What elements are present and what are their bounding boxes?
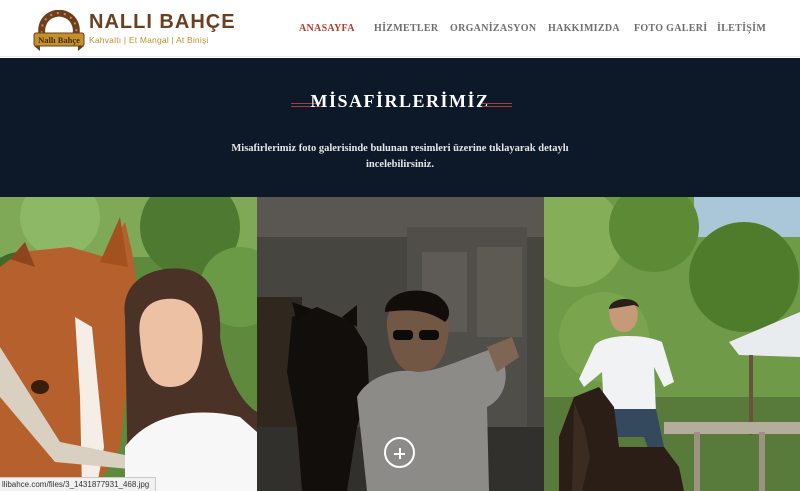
brand-name: NALLI BAHÇE <box>89 11 236 33</box>
section-description: Misafirlerimiz foto galerisinde bulunan … <box>231 143 569 170</box>
gallery-photo-2[interactable] <box>257 197 544 491</box>
browser-status-url: llibahce.com/files/3_1431877931_468.jpg <box>0 477 157 491</box>
guests-section-header: MİSAFİRLERİMİZ Misafirlerimiz foto galer… <box>0 58 800 197</box>
nav-item-hizmetler[interactable]: HİZMETLER <box>374 23 438 34</box>
gallery-photo-1[interactable] <box>0 197 257 491</box>
gallery-photo-3[interactable] <box>544 197 800 491</box>
guest-photo-gallery <box>0 197 800 491</box>
title-decoration-right <box>482 103 512 107</box>
plus-circle-icon[interactable] <box>384 437 415 468</box>
nav-item-iletisim[interactable]: İLETİŞİM <box>717 23 766 34</box>
nav-item-foto-galeri[interactable]: FOTO GALERİ <box>634 23 707 34</box>
nav-item-hakkimizda[interactable]: HAKKIMIZDA <box>548 23 620 34</box>
logo-badge-text: Nallı Bahçe <box>38 35 80 45</box>
section-title: MİSAFİRLERİMİZ <box>310 91 490 111</box>
site-logo[interactable]: Nallı Bahçe NALLI BAHÇE Kahvaltı | Et Ma… <box>32 8 235 52</box>
site-header: Nallı Bahçe NALLI BAHÇE Kahvaltı | Et Ma… <box>0 0 800 57</box>
nav-item-organizasyon[interactable]: ORGANİZASYON <box>450 23 536 34</box>
man-riding-horse-photo <box>544 197 800 491</box>
nav-item-anasayfa[interactable]: ANASAYFA <box>299 23 355 34</box>
horseshoe-logo-icon: Nallı Bahçe <box>33 10 85 51</box>
brand-tagline: Kahvaltı | Et Mangal | At Binişi <box>89 35 209 45</box>
woman-with-horse-photo <box>0 197 257 491</box>
